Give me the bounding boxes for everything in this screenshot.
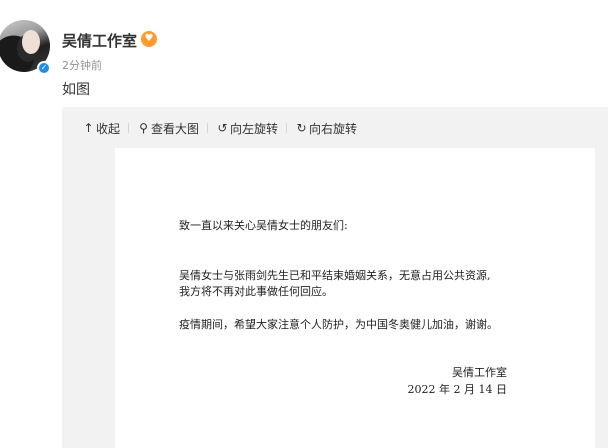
user-name[interactable]: 吴倩工作室 <box>62 30 137 51</box>
verified-icon: ✓ <box>37 61 51 75</box>
search-icon: ⚲ <box>139 121 148 135</box>
rotate-right-icon: ↻ <box>296 121 307 135</box>
image-viewer: ↑ 收起 ⚲ 查看大图 ↺ 向左旋转 ↻ 向右旋转 致一直以来关心吴倩女士的朋友… <box>62 107 608 448</box>
collapse-label: 收起 <box>96 121 121 136</box>
image-toolbar: ↑ 收起 ⚲ 查看大图 ↺ 向左旋转 ↻ 向右旋转 <box>82 120 357 136</box>
statement-paragraph-1-line-1: 吴倩女士与张雨剑先生已和平结束婚姻关系，无意占用公共资源, <box>179 269 491 282</box>
statement-paragraph-1-line-2: 我方将不再对此事做任何回应。 <box>179 285 333 298</box>
statement-date: 2022 年 2 月 14 日 <box>407 383 507 396</box>
statement-paragraph-2: 疫情期间，希望大家注意个人防护，为中国冬奥健儿加油，谢谢。 <box>179 318 498 331</box>
divider <box>286 123 288 133</box>
post-time[interactable]: 2分钟前 <box>62 57 102 73</box>
avatar[interactable]: ✓ <box>0 20 51 75</box>
fan-badge-icon[interactable]: ♥ <box>141 31 157 47</box>
statement-image[interactable]: 致一直以来关心吴倩女士的朋友们: 吴倩女士与张雨剑先生已和平结束婚姻关系，无意占… <box>115 148 595 448</box>
rotate-right-button[interactable]: ↻ 向右旋转 <box>295 120 358 137</box>
arrow-up-icon: ↑ <box>83 121 94 135</box>
view-large-button[interactable]: ⚲ 查看大图 <box>137 120 199 137</box>
statement-signature: 吴倩工作室 <box>452 366 507 379</box>
rotate-right-label: 向右旋转 <box>309 121 358 136</box>
divider <box>207 123 209 133</box>
collapse-button[interactable]: ↑ 收起 <box>82 120 120 137</box>
post-text: 如图 <box>62 82 90 98</box>
rotate-left-label: 向左旋转 <box>230 121 279 136</box>
rotate-left-icon: ↺ <box>217 121 228 135</box>
rotate-left-button[interactable]: ↺ 向左旋转 <box>216 120 279 137</box>
statement-greeting: 致一直以来关心吴倩女士的朋友们: <box>179 219 348 232</box>
divider <box>128 123 130 133</box>
view-large-label: 查看大图 <box>151 121 200 136</box>
